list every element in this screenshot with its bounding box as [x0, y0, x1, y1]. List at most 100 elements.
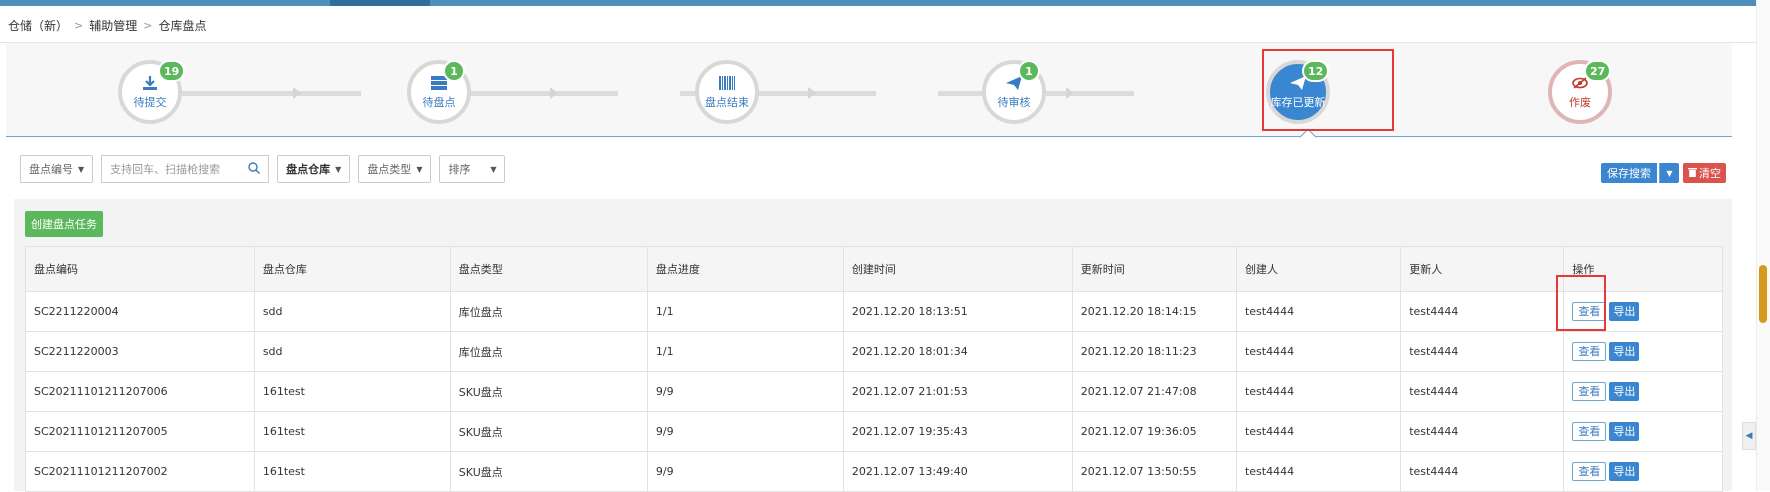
cell-type: 库位盘点	[449, 291, 648, 332]
cell-warehouse: 161test	[253, 451, 451, 492]
filter-type-dropdown[interactable]: 盘点类型 ▼	[358, 155, 432, 183]
breadcrumb-item-aux[interactable]: 辅助管理	[89, 17, 137, 34]
chevron-right-icon: >	[143, 18, 153, 32]
cell-type: SKU盘点	[449, 371, 648, 412]
column-header: 更新人	[1400, 246, 1565, 292]
inventory-count-table: 盘点编码 盘点仓库 盘点类型 盘点进度 创建时间 更新时间 创建人 更新人 操作…	[25, 246, 1723, 492]
download-icon	[142, 74, 158, 92]
view-button[interactable]: 查看	[1572, 422, 1607, 441]
cell-created: 2021.12.20 18:13:51	[842, 291, 1073, 332]
filter-warehouse-dropdown[interactable]: 盘点仓库 ▼	[277, 155, 351, 183]
cell-actions: 查看 导出	[1563, 451, 1723, 492]
cell-code: SC20211101211207002	[25, 451, 255, 492]
filter-code-dropdown[interactable]: 盘点编号 ▼	[20, 155, 94, 183]
cell-updater: test4444	[1400, 291, 1565, 332]
cell-creator: test4444	[1235, 411, 1402, 452]
export-button[interactable]: 导出	[1609, 462, 1640, 481]
view-button[interactable]: 查看	[1572, 462, 1607, 481]
scrollbar-thumb[interactable]	[1759, 265, 1767, 323]
table-row: SC20211101211207005 161test SKU盘点 9/9 20…	[25, 411, 1723, 452]
collapse-panel-icon[interactable]: ◀	[1742, 422, 1756, 450]
step-label: 待审核	[997, 96, 1031, 109]
cell-updated: 2021.12.07 21:47:08	[1071, 371, 1237, 412]
step-count-badge: 1	[443, 60, 465, 82]
table-row: SC20211101211207006 161test SKU盘点 9/9 20…	[25, 371, 1723, 412]
cell-code: SC20211101211207006	[25, 371, 255, 412]
cell-created: 2021.12.07 21:01:53	[842, 371, 1073, 412]
table-row: SC2211220004 sdd 库位盘点 1/1 2021.12.20 18:…	[25, 291, 1723, 332]
step-label: 待提交	[133, 96, 167, 109]
caret-down-icon: ▼	[416, 164, 423, 174]
caret-down-icon: ▼	[78, 164, 85, 174]
step-label: 待盘点	[422, 96, 456, 109]
cell-updated: 2021.12.20 18:14:15	[1071, 291, 1237, 332]
table-header-row: 盘点编码 盘点仓库 盘点类型 盘点进度 创建时间 更新时间 创建人 更新人 操作	[25, 246, 1723, 292]
barcode-icon	[719, 74, 735, 92]
cell-actions: 查看 导出	[1563, 331, 1723, 372]
step-count-badge: 1	[1018, 60, 1040, 82]
arrow-right-icon	[293, 87, 301, 99]
breadcrumb: 仓储（新） > 辅助管理 > 仓库盘点	[8, 16, 206, 34]
cell-actions: 查看 导出	[1563, 371, 1723, 412]
step-count-finished[interactable]: 盘点结束	[695, 60, 759, 124]
table-row: SC20211101211207002 161test SKU盘点 9/9 20…	[25, 451, 1723, 492]
cell-actions: 查看 导出	[1563, 411, 1723, 452]
step-connector	[165, 91, 361, 96]
cell-progress: 9/9	[646, 411, 844, 452]
view-button[interactable]: 查看	[1572, 382, 1607, 401]
column-header: 盘点类型	[449, 246, 648, 292]
cell-updater: test4444	[1400, 331, 1565, 372]
create-task-button[interactable]: 创建盘点任务	[25, 211, 103, 237]
cell-warehouse: sdd	[253, 291, 451, 332]
breadcrumb-item-warehouse[interactable]: 仓储（新）	[8, 17, 68, 34]
column-header: 更新时间	[1071, 246, 1237, 292]
arrow-right-icon	[808, 87, 816, 99]
cell-creator: test4444	[1235, 451, 1402, 492]
search-placeholder: 支持回车、扫描枪搜索	[110, 163, 221, 176]
breadcrumb-item-current: 仓库盘点	[158, 18, 207, 33]
clear-button[interactable]: 清空	[1683, 163, 1726, 183]
export-button[interactable]: 导出	[1609, 382, 1640, 401]
search-input[interactable]: 支持回车、扫描枪搜索	[101, 155, 270, 183]
step-label: 盘点结束	[705, 96, 749, 109]
sort-dropdown[interactable]: 排序 ▼	[439, 155, 506, 183]
filter-bar: 盘点编号 ▼ 支持回车、扫描枪搜索 盘点仓库 ▼ 盘点类型 ▼ 排序 ▼	[20, 155, 506, 183]
cell-type: SKU盘点	[449, 451, 648, 492]
cell-updater: test4444	[1400, 451, 1565, 492]
cell-updater: test4444	[1400, 371, 1565, 412]
export-button[interactable]: 导出	[1609, 422, 1640, 441]
cell-progress: 9/9	[646, 371, 844, 412]
filter-label: 盘点类型	[367, 163, 412, 176]
cell-progress: 1/1	[646, 291, 844, 332]
arrow-right-icon	[1066, 87, 1074, 99]
table-row: SC2211220003 sdd 库位盘点 1/1 2021.12.20 18:…	[25, 331, 1723, 372]
trash-icon	[1688, 167, 1697, 180]
sort-label: 排序	[448, 163, 471, 176]
export-button[interactable]: 导出	[1609, 342, 1640, 361]
cell-updated: 2021.12.20 18:11:23	[1071, 331, 1237, 372]
cell-code: SC2211220003	[25, 331, 255, 372]
save-search-button[interactable]: 保存搜索	[1601, 163, 1657, 183]
cell-progress: 1/1	[646, 331, 844, 372]
cell-warehouse: 161test	[253, 371, 451, 412]
cell-updated: 2021.12.07 13:50:55	[1071, 451, 1237, 492]
cell-warehouse: sdd	[253, 331, 451, 372]
vertical-scrollbar[interactable]	[1756, 0, 1770, 491]
chevron-right-icon: >	[74, 18, 84, 32]
filter-label: 盘点仓库	[286, 163, 331, 176]
cell-created: 2021.12.07 19:35:43	[842, 411, 1073, 452]
cell-creator: test4444	[1235, 371, 1402, 412]
caret-down-icon: ▼	[490, 164, 497, 174]
caret-down-icon: ▼	[335, 164, 342, 174]
cell-progress: 9/9	[646, 451, 844, 492]
cell-warehouse: 161test	[253, 411, 451, 452]
cell-updater: test4444	[1400, 411, 1565, 452]
cell-created: 2021.12.07 13:49:40	[842, 451, 1073, 492]
search-icon[interactable]	[248, 161, 261, 177]
export-button[interactable]: 导出	[1609, 302, 1640, 321]
cell-code: SC20211101211207005	[25, 411, 255, 452]
view-button[interactable]: 查看	[1572, 342, 1607, 361]
column-header: 盘点编码	[25, 246, 255, 292]
column-header: 盘点进度	[646, 246, 844, 292]
caret-down-icon[interactable]: ▼	[1659, 163, 1679, 183]
